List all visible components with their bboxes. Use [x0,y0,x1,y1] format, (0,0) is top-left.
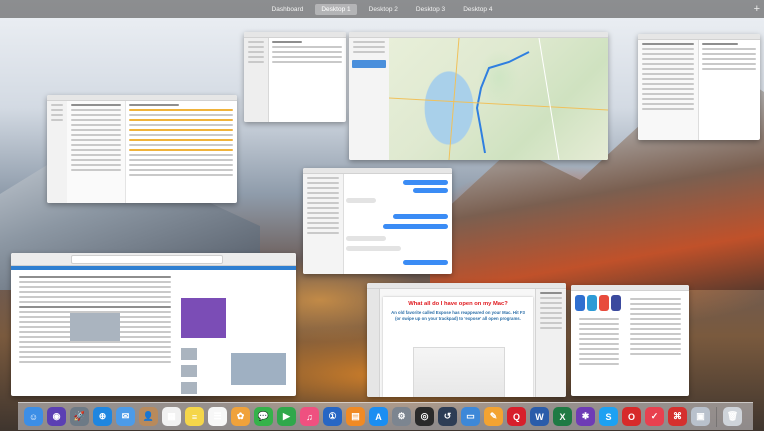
video-thumb[interactable] [231,353,286,385]
map-view[interactable] [388,37,608,160]
related-thumb[interactable] [181,348,197,360]
finder-sidebar [244,38,269,122]
article-text-right [626,295,685,358]
message-bubble [413,188,448,193]
excel-icon[interactable]: X [553,407,572,426]
mail-window[interactable] [638,34,760,140]
related-thumb[interactable] [181,365,197,377]
conversation-list[interactable] [303,174,344,274]
article-text [15,273,175,396]
keynote-icon[interactable]: ▭ [461,407,480,426]
reminders-icon[interactable]: ☰ [208,407,227,426]
quicken-icon[interactable]: Q [507,407,526,426]
article-image [70,313,120,341]
maps-directions-sidebar [349,38,390,160]
facetime-icon[interactable]: ▶ [277,407,296,426]
pages-document[interactable]: What all do I have open on my Mac? An ol… [383,297,533,397]
message-bubble [346,198,376,203]
message-bubble [393,214,448,219]
embedded-screenshot [413,347,505,397]
itunes-icon[interactable]: ♫ [300,407,319,426]
opera-icon[interactable]: O [622,407,641,426]
site-header-bar [11,266,296,270]
notes-body [125,101,237,203]
mail-message-body [698,40,760,140]
photos-icon[interactable]: ✿ [231,407,250,426]
app-icon-strip [575,295,621,311]
add-space-button[interactable]: + [754,2,760,16]
acrobat-icon[interactable]: ⌘ [668,407,687,426]
window-titlebar[interactable] [571,285,689,291]
browser-sidebar [181,273,292,396]
safari-icon[interactable]: ⊕ [93,407,112,426]
document-body: An old favorite called Expose has reappe… [391,310,525,321]
space-tab-desktop-4[interactable]: Desktop 4 [457,4,498,15]
spaces-bar: Dashboard Desktop 1 Desktop 2 Desktop 3 … [0,0,764,18]
pages-icon[interactable]: ✎ [484,407,503,426]
messages-window[interactable] [303,168,452,274]
keychain-icon[interactable]: ◎ [415,407,434,426]
selected-route[interactable] [352,60,386,68]
address-bar[interactable] [71,255,223,264]
contacts-icon[interactable]: 👤 [139,407,158,426]
time-machine-icon[interactable]: ↺ [438,407,457,426]
mail-icon[interactable]: ✉ [116,407,135,426]
conversation-transcript [343,174,452,274]
finder-window[interactable] [244,32,346,122]
dock: ☺ ◉ 🚀 ⊕ ✉ 👤 ▦ ≡ ☰ ✿ 💬 ▶ ♫ ① ▤ A ⚙ ◎ ↺ ▭ ✎ Q W X ✱ S O ✓ ⌘ ▣ 🗑 [18,402,753,430]
page-thumbnails [367,289,380,397]
messages-icon[interactable]: 💬 [254,407,273,426]
browser-window[interactable] [11,253,296,396]
browser-toolbar [11,253,296,266]
article-text-left [575,315,623,368]
promo-banner[interactable] [181,298,226,338]
notes-folder-sidebar [47,101,68,203]
document-title: What all do I have open on my Mac? [408,301,508,307]
siri-icon[interactable]: ◉ [47,407,66,426]
skype-icon[interactable]: S [599,407,618,426]
notes-icon[interactable]: ≡ [185,407,204,426]
finder-content [268,38,346,122]
notes-list[interactable] [67,101,126,203]
preview-icon[interactable]: ▣ [691,407,710,426]
space-tab-dashboard[interactable]: Dashboard [266,4,310,15]
format-inspector [535,289,566,397]
launchpad-icon[interactable]: 🚀 [70,407,89,426]
calendar-icon[interactable]: ▦ [162,407,181,426]
message-bubble [346,246,401,251]
mail-message-list[interactable] [638,40,699,140]
message-bubble [403,260,448,265]
message-bubble [403,180,448,185]
space-tab-desktop-3[interactable]: Desktop 3 [410,4,451,15]
pages-window[interactable]: What all do I have open on my Mac? An ol… [367,283,566,397]
slack-icon[interactable]: ✱ [576,407,595,426]
word-icon[interactable]: W [530,407,549,426]
space-tab-desktop-1[interactable]: Desktop 1 [315,3,357,15]
trash-icon[interactable]: 🗑 [723,407,742,426]
app-store-icon[interactable]: A [369,407,388,426]
maps-window[interactable] [349,32,608,160]
message-bubble [346,236,386,241]
pocket-icon[interactable]: ✓ [645,407,664,426]
onepassword-icon[interactable]: ① [323,407,342,426]
finder-icon[interactable]: ☺ [24,407,43,426]
system-preferences-icon[interactable]: ⚙ [392,407,411,426]
message-bubble [383,224,448,229]
notes-window[interactable] [47,95,237,203]
space-tab-desktop-2[interactable]: Desktop 2 [363,4,404,15]
article-window[interactable] [571,285,689,396]
dock-separator [716,406,717,427]
books-icon[interactable]: ▤ [346,407,365,426]
route-overlay [388,37,608,160]
related-thumb[interactable] [181,382,197,394]
